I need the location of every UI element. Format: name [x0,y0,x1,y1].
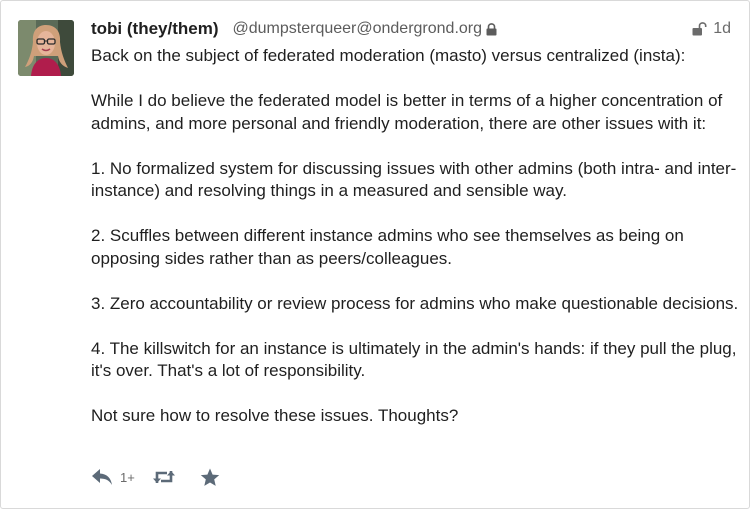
avatar[interactable] [18,20,74,76]
status-content: Back on the subject of federated moderat… [91,45,741,428]
relative-time[interactable]: 1d [713,20,731,38]
boost-button[interactable] [152,468,176,486]
reply-icon [91,468,113,486]
status-paragraph: 3. Zero accountability or review process… [91,293,739,313]
padlock-icon [486,22,497,36]
star-icon [200,468,220,487]
unlocked-padlock-icon [692,22,707,36]
account-handle[interactable]: @dumpsterqueer@ondergrond.org [233,20,483,38]
reply-count: 1+ [120,469,135,485]
status-action-bar: 1+ [91,464,220,490]
status-paragraph: Not sure how to resolve these issues. Th… [91,406,459,425]
status-paragraph: 4. The killswitch for an instance is ult… [91,338,737,381]
status-paragraph: Back on the subject of federated moderat… [91,46,686,65]
boost-icon [152,468,176,486]
reply-button[interactable]: 1+ [91,468,135,486]
display-name[interactable]: tobi (they/them) [91,19,219,39]
status-paragraph: 2. Scuffles between different instance a… [91,226,684,268]
avatar-image [18,20,74,76]
status-card: tobi (they/them) @dumpsterqueer@ondergro… [0,0,750,509]
status-paragraph: 1. No formalized system for discussing i… [91,158,737,201]
favourite-button[interactable] [200,468,220,487]
status-header: tobi (they/them) @dumpsterqueer@ondergro… [91,18,497,40]
status-paragraph: While I do believe the federated model i… [91,91,723,133]
status-meta: 1d [692,18,731,40]
